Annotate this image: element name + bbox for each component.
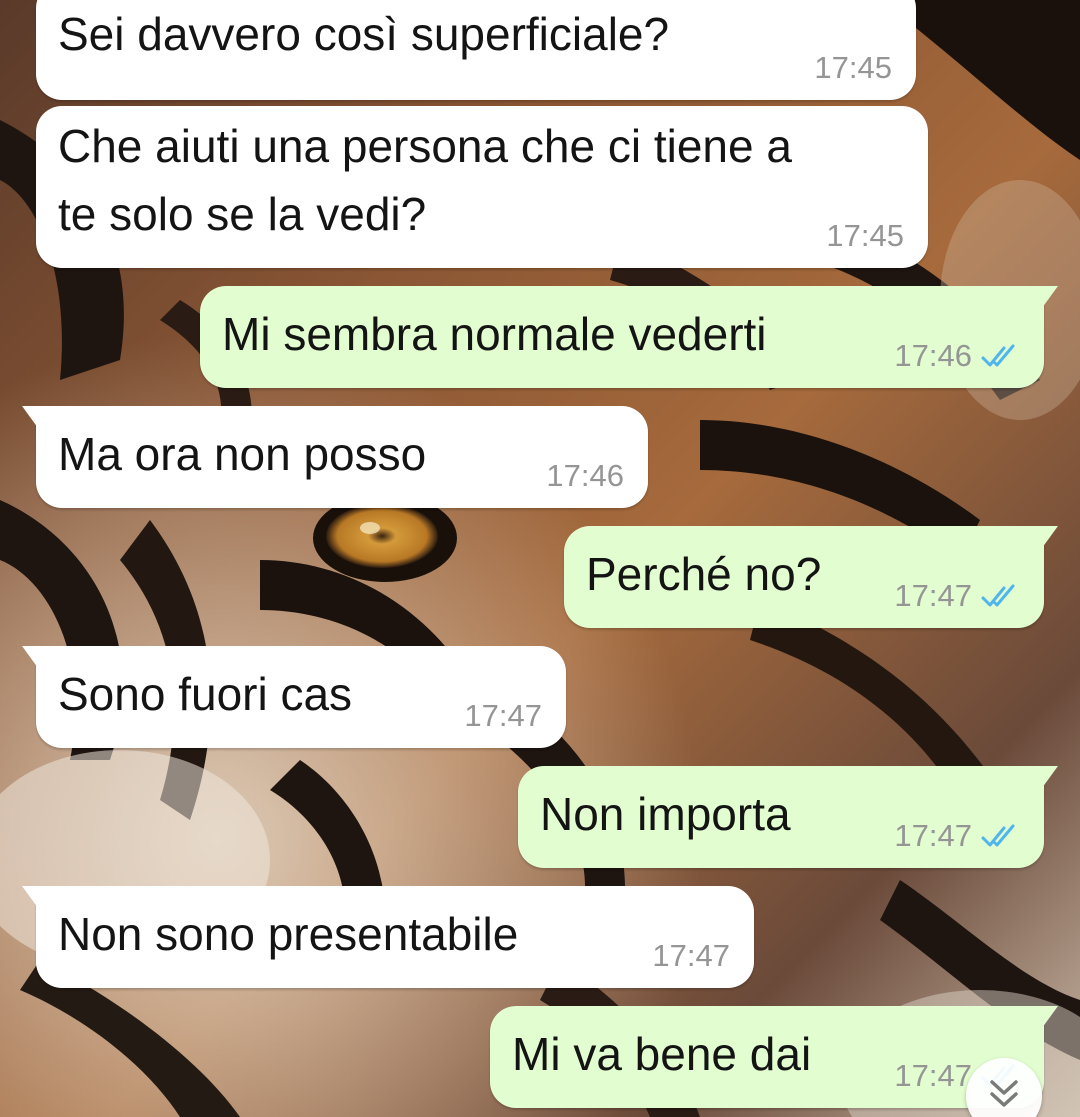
message-time: 17:47: [464, 698, 542, 733]
bubble-tail: [1032, 766, 1058, 788]
double-check-icon: [981, 584, 1015, 607]
message-incoming[interactable]: Non sono presentabile 17:47: [22, 886, 754, 988]
double-chevron-down-icon: [990, 1080, 1018, 1107]
message-incoming[interactable]: Ma ora non posso 17:46: [22, 406, 648, 508]
message-text: Ma ora non posso: [58, 428, 427, 480]
message-incoming[interactable]: Sei davvero così superficiale? 17:45: [36, 0, 916, 100]
bubble-tail: [22, 886, 48, 908]
message-meta: 17:47: [652, 938, 730, 974]
message-time: 17:46: [546, 458, 624, 493]
message-meta: 17:45: [814, 50, 892, 86]
message-outgoing[interactable]: Non importa 17:47: [518, 766, 1058, 868]
bubble-tail: [1032, 286, 1058, 308]
double-check-icon: [981, 344, 1015, 367]
message-meta: 17:47: [894, 818, 1020, 854]
message-text: Non importa: [540, 788, 791, 840]
message-outgoing[interactable]: Perché no? 17:47: [564, 526, 1058, 628]
message-incoming[interactable]: Sono fuori cas 17:47: [22, 646, 566, 748]
message-meta: 17:46: [894, 338, 1020, 374]
message-meta: 17:47: [464, 698, 542, 734]
message-time: 17:47: [652, 938, 730, 973]
message-outgoing[interactable]: Mi sembra normale vederti 17:46: [200, 286, 1058, 388]
message-time: 17:45: [814, 50, 892, 85]
double-check-icon: [981, 824, 1015, 847]
message-text-line-2: te solo se la vedi?: [58, 188, 427, 240]
message-text: Mi va bene dai: [512, 1028, 812, 1080]
bubble-tail: [1032, 1006, 1058, 1028]
message-time: 17:47: [894, 578, 972, 613]
message-incoming[interactable]: Che aiuti una persona che ci tiene a te …: [36, 106, 928, 268]
message-meta: 17:46: [546, 458, 624, 494]
message-meta: 17:45: [826, 218, 904, 254]
message-time: 17:45: [826, 218, 904, 253]
bubble-tail: [1032, 526, 1058, 548]
message-time: 17:47: [894, 818, 972, 853]
message-text: Mi sembra normale vederti: [222, 308, 767, 360]
message-text: Perché no?: [586, 548, 822, 600]
bubble-tail: [22, 646, 48, 668]
message-text: Sei davvero così superficiale?: [58, 8, 670, 60]
message-time: 17:46: [894, 338, 972, 373]
message-text: Che aiuti una persona che ci tiene a: [58, 120, 792, 172]
message-text: Non sono presentabile: [58, 908, 519, 960]
message-text: Sono fuori cas: [58, 668, 353, 720]
bubble-tail: [22, 406, 48, 428]
message-meta: 17:47: [894, 578, 1020, 614]
message-time: 17:47: [894, 1058, 972, 1093]
message-outgoing[interactable]: Mi va bene dai 17:47: [490, 1006, 1058, 1108]
